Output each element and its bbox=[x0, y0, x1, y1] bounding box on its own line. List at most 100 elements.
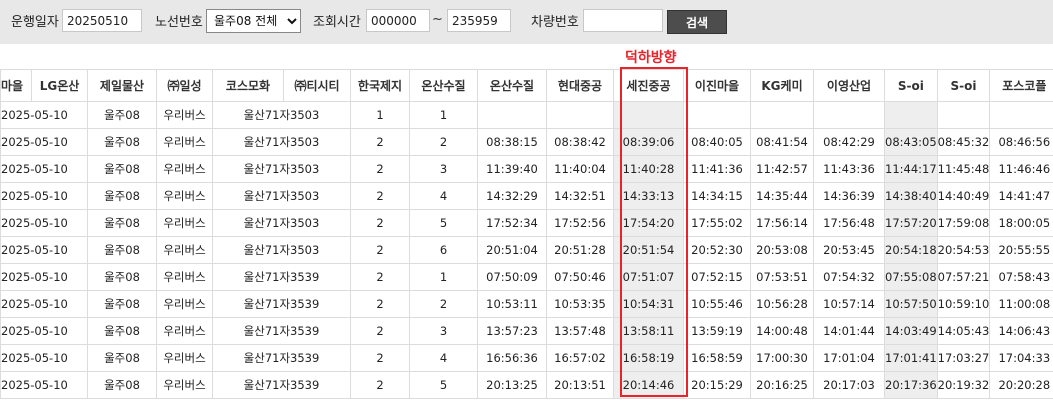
table-cell: 16:58:59 bbox=[683, 344, 751, 372]
table-cell: 1 bbox=[409, 263, 478, 291]
table-cell: 10:54:31 bbox=[613, 290, 684, 318]
column-header: 마을 bbox=[0, 69, 32, 102]
arrival-time-table: 마을 LG온산 제일물산 ㈜일성 코스모화 ㈜티시티 한국제지 온산수질 온산수질 현대중공 세진중… bbox=[0, 69, 1053, 399]
table-cell: 2025-05-10 bbox=[0, 182, 88, 210]
table-cell: 08:38:42 bbox=[546, 128, 614, 156]
column-header: ㈜티시티 bbox=[283, 69, 351, 102]
table-cell: 1 bbox=[350, 101, 410, 129]
column-header: 한국제지 bbox=[350, 69, 410, 102]
table-cell: 울산71자3503 bbox=[212, 101, 351, 129]
table-cell: 5 bbox=[409, 209, 478, 237]
table-cell: 울산71자3539 bbox=[212, 371, 351, 399]
table-cell: 20:20:28 bbox=[989, 371, 1053, 399]
column-header: 코스모화 bbox=[212, 69, 284, 102]
table-row[interactable]: 2025-05-10 울주08 우리버스 울산71자3539 2 5 20:13:25 20:… bbox=[0, 371, 1053, 399]
table-cell: 2025-05-10 bbox=[0, 317, 88, 345]
table-cell: 11:46:46 bbox=[989, 155, 1053, 183]
table-cell: 14:32:51 bbox=[546, 182, 614, 210]
column-header: ㈜일성 bbox=[156, 69, 213, 102]
table-cell: 2025-05-10 bbox=[0, 344, 88, 372]
table-cell: 17:56:48 bbox=[813, 209, 885, 237]
table-cell: 우리버스 bbox=[156, 290, 213, 318]
table-cell: 20:14:46 bbox=[613, 371, 684, 399]
table-cell bbox=[989, 101, 1053, 129]
table-cell bbox=[613, 101, 684, 129]
table-cell: 우리버스 bbox=[156, 209, 213, 237]
table-cell: 울주08 bbox=[87, 290, 157, 318]
table-cell: 울산71자3503 bbox=[212, 182, 351, 210]
table-cell: 08:46:56 bbox=[989, 128, 1053, 156]
table-cell bbox=[813, 101, 885, 129]
vehicle-number-label: 차량번호 bbox=[531, 15, 579, 30]
table-body: 2025-05-10 울주08 우리버스 울산71자3503 1 1 2025-05-10 울… bbox=[0, 101, 1053, 399]
table-cell: 16:57:02 bbox=[546, 344, 614, 372]
search-button[interactable]: 검색 bbox=[667, 10, 727, 34]
table-cell: 우리버스 bbox=[156, 236, 213, 264]
table-cell: 2025-05-10 bbox=[0, 371, 88, 399]
table-cell: 14:36:39 bbox=[813, 182, 885, 210]
table-row[interactable]: 2025-05-10 울주08 우리버스 울산71자3539 2 3 13:57:23 13:… bbox=[0, 317, 1053, 345]
table-cell: 20:13:51 bbox=[546, 371, 614, 399]
table-cell: 3 bbox=[409, 155, 478, 183]
table-cell bbox=[884, 101, 938, 129]
table-row[interactable]: 2025-05-10 울주08 우리버스 울산71자3503 1 1 bbox=[0, 101, 1053, 129]
route-select[interactable]: 울주08 전체 bbox=[206, 9, 301, 33]
table-cell: 2 bbox=[409, 290, 478, 318]
table-cell: 울주08 bbox=[87, 209, 157, 237]
table-row[interactable]: 2025-05-10 울주08 우리버스 울산71자3503 2 6 20:51:04 20:… bbox=[0, 236, 1053, 264]
table-cell: 17:55:02 bbox=[683, 209, 751, 237]
table-cell: 2025-05-10 bbox=[0, 155, 88, 183]
table-cell: 울주08 bbox=[87, 182, 157, 210]
table-cell: 2025-05-10 bbox=[0, 290, 88, 318]
table-cell: 20:53:45 bbox=[813, 236, 885, 264]
table-cell: 14:32:29 bbox=[477, 182, 547, 210]
table-cell: 울산71자3539 bbox=[212, 263, 351, 291]
table-cell: 14:03:49 bbox=[884, 317, 938, 345]
table-cell: 울산71자3539 bbox=[212, 344, 351, 372]
table-cell: 14:34:15 bbox=[683, 182, 751, 210]
table-cell: 2 bbox=[409, 128, 478, 156]
table-cell: 2 bbox=[350, 290, 410, 318]
table-cell: 20:51:54 bbox=[613, 236, 684, 264]
table-cell: 14:41:47 bbox=[989, 182, 1053, 210]
table-cell bbox=[683, 101, 751, 129]
vehicle-number-input[interactable] bbox=[583, 9, 663, 32]
table-cell bbox=[750, 101, 814, 129]
table-cell: 10:57:50 bbox=[884, 290, 938, 318]
table-cell: 17:04:33 bbox=[989, 344, 1053, 372]
table-row[interactable]: 2025-05-10 울주08 우리버스 울산71자3539 2 1 07:50:09 07:… bbox=[0, 263, 1053, 291]
table-cell: 10:56:28 bbox=[750, 290, 814, 318]
column-header: LG온산 bbox=[31, 69, 88, 102]
table-row[interactable]: 2025-05-10 울주08 우리버스 울산71자3503 2 2 08:38:15 08:… bbox=[0, 128, 1053, 156]
table-row[interactable]: 2025-05-10 울주08 우리버스 울산71자3503 2 5 17:52:34 17:… bbox=[0, 209, 1053, 237]
table-cell: 우리버스 bbox=[156, 317, 213, 345]
arrival-time-grid: 마을 LG온산 제일물산 ㈜일성 코스모화 ㈜티시티 한국제지 온산수질 온산수질 현대중공 세진중… bbox=[0, 69, 1053, 409]
table-row[interactable]: 2025-05-10 울주08 우리버스 울산71자3539 2 2 10:53:11 10:… bbox=[0, 290, 1053, 318]
table-cell: 13:57:48 bbox=[546, 317, 614, 345]
table-cell: 10:59:10 bbox=[936, 290, 991, 318]
operation-date-input[interactable] bbox=[62, 9, 142, 32]
table-cell: 13:59:19 bbox=[683, 317, 751, 345]
table-row[interactable]: 2025-05-10 울주08 우리버스 울산71자3503 2 4 14:32:29 14:… bbox=[0, 182, 1053, 210]
table-cell: 우리버스 bbox=[156, 344, 213, 372]
time-range-separator: ~ bbox=[432, 12, 443, 27]
table-row[interactable]: 2025-05-10 울주08 우리버스 울산71자3539 2 4 16:56:36 16:… bbox=[0, 344, 1053, 372]
table-cell: 2025-05-10 bbox=[0, 128, 88, 156]
table-cell: 08:39:06 bbox=[613, 128, 684, 156]
table-cell: 울산71자3503 bbox=[212, 155, 351, 183]
time-from-input[interactable] bbox=[366, 9, 430, 32]
table-cell: 20:15:29 bbox=[683, 371, 751, 399]
table-cell: 2 bbox=[350, 155, 410, 183]
table-cell: 울산71자3539 bbox=[212, 290, 351, 318]
column-header: 온산수질 bbox=[409, 69, 478, 102]
table-cell: 20:52:30 bbox=[683, 236, 751, 264]
table-cell: 17:03:27 bbox=[936, 344, 991, 372]
table-cell: 20:16:25 bbox=[750, 371, 814, 399]
time-to-input[interactable] bbox=[447, 9, 511, 32]
table-cell: 2025-05-10 bbox=[0, 236, 88, 264]
table-cell: 6 bbox=[409, 236, 478, 264]
table-cell: 3 bbox=[409, 317, 478, 345]
table-cell: 울주08 bbox=[87, 344, 157, 372]
table-cell: 08:40:05 bbox=[683, 128, 751, 156]
table-row[interactable]: 2025-05-10 울주08 우리버스 울산71자3503 2 3 11:39:40 11:… bbox=[0, 155, 1053, 183]
